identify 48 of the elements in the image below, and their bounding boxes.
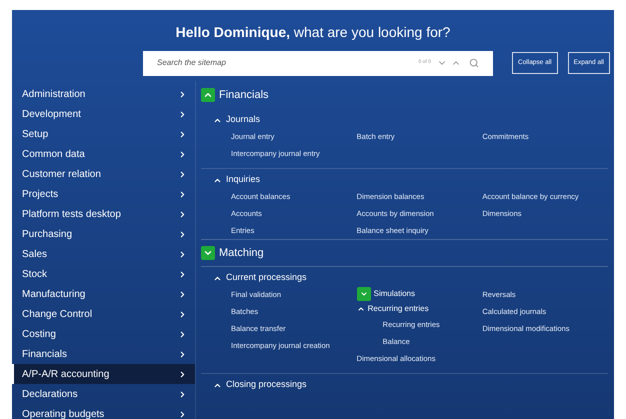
search-icon[interactable] bbox=[469, 58, 479, 68]
sidebar-item[interactable]: Change Control bbox=[12, 304, 195, 324]
chevron-right-icon bbox=[178, 290, 187, 298]
search-input[interactable]: Search the sitemap bbox=[157, 57, 418, 69]
sidebar-item[interactable]: Declarations bbox=[12, 384, 195, 404]
chevron-right-icon bbox=[178, 390, 187, 398]
chevron-right-icon bbox=[178, 310, 187, 318]
chevron-right-icon bbox=[178, 270, 187, 278]
sidebar-item[interactable]: Setup bbox=[12, 124, 195, 144]
chevron-right-icon bbox=[178, 190, 187, 198]
sidebar-item[interactable]: Sales bbox=[12, 244, 195, 264]
sidebar-item[interactable]: Manufacturing bbox=[12, 284, 195, 304]
collapse-icon[interactable] bbox=[356, 304, 365, 312]
sidebar-item[interactable]: A/P-A/R accounting bbox=[12, 364, 195, 384]
folder-label[interactable]: Recurring entries bbox=[368, 302, 429, 314]
chevron-right-icon bbox=[178, 90, 187, 98]
sidebar-item[interactable]: Purchasing bbox=[12, 224, 195, 244]
chevron-right-icon bbox=[178, 110, 187, 118]
sidebar-item[interactable]: Costing bbox=[12, 324, 195, 344]
chevron-right-icon bbox=[178, 230, 187, 238]
sidebar-item[interactable]: Development bbox=[12, 104, 195, 124]
expand-icon[interactable] bbox=[201, 246, 215, 260]
chevron-right-icon bbox=[178, 370, 187, 378]
sidebar-item[interactable]: Operating budgets bbox=[12, 404, 195, 419]
chevron-right-icon bbox=[178, 350, 187, 358]
chevron-right-icon bbox=[178, 410, 187, 418]
sidebar-item[interactable]: Stock bbox=[12, 264, 195, 284]
section-title[interactable]: Financials bbox=[219, 86, 269, 104]
section-title[interactable]: Matching bbox=[219, 244, 264, 262]
sidebar-item[interactable]: Projects bbox=[12, 184, 195, 204]
chevron-right-icon bbox=[178, 210, 187, 218]
folder-label[interactable]: Simulations bbox=[374, 288, 416, 300]
sidebar-item[interactable]: Administration bbox=[12, 84, 195, 104]
chevron-right-icon bbox=[178, 250, 187, 258]
greeting-title: Hello Dominique, what are you looking for? bbox=[176, 23, 450, 42]
sidebar-item[interactable]: Customer relation bbox=[12, 164, 195, 184]
expand-icon[interactable] bbox=[356, 286, 371, 300]
sidebar-item[interactable]: Financials bbox=[12, 344, 195, 364]
group-title[interactable]: Journals bbox=[226, 113, 260, 127]
group-title[interactable]: Closing processings bbox=[226, 378, 307, 392]
group-title[interactable]: Current processings bbox=[226, 271, 307, 285]
chevron-right-icon bbox=[178, 170, 187, 178]
sidebar-item[interactable]: Common data bbox=[12, 144, 195, 164]
chevron-right-icon bbox=[178, 330, 187, 338]
sidebar-item[interactable]: Platform tests desktop bbox=[12, 204, 195, 224]
group-title[interactable]: Inquiries bbox=[226, 173, 260, 187]
chevron-right-icon bbox=[178, 130, 187, 138]
chevron-right-icon bbox=[178, 150, 187, 158]
